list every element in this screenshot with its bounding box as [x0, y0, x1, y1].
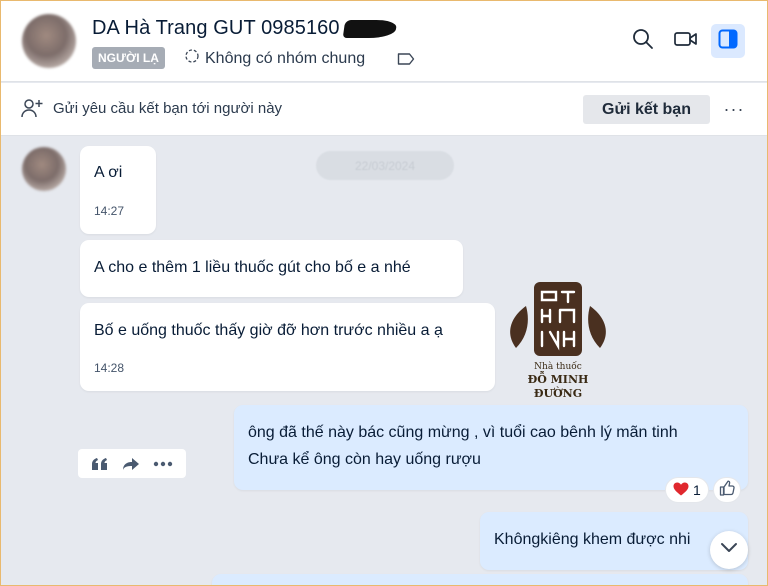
logo-line-1: Nhà thuốc — [534, 362, 582, 372]
chat-header: DA Hà Trang GUT 0985160 NGƯỜI LẠ Không c… — [0, 0, 768, 82]
message-text: A ơi — [94, 164, 123, 181]
quote-icon[interactable] — [91, 457, 109, 471]
message-text: Khôngkiêng khem được nhi — [494, 531, 691, 548]
common-groups-label: Không có nhóm chung — [205, 49, 366, 67]
message-reactions: 1 — [665, 477, 741, 505]
add-friend-icon — [21, 98, 43, 123]
video-call-button[interactable] — [669, 24, 703, 58]
friend-request-bar: Gửi yêu cầu kết bạn tới người này Gửi kế… — [0, 83, 768, 136]
search-button[interactable] — [626, 24, 660, 58]
thumbs-up-icon — [719, 479, 735, 501]
heart-reaction[interactable]: 1 — [665, 477, 709, 503]
date-separator: 22/03/2024 — [316, 151, 454, 180]
message-text-line: ông đã thế này bác cũng mừng , vì tuổi c… — [248, 424, 678, 441]
logo-line-2: ĐỖ MINH ĐƯỜNG — [527, 373, 589, 400]
common-groups[interactable]: Không có nhóm chung — [184, 48, 365, 69]
more-icon[interactable] — [153, 461, 173, 467]
stranger-badge: NGƯỜI LẠ — [92, 47, 165, 69]
message-actions — [78, 449, 186, 478]
message-time: 14:28 — [94, 361, 125, 375]
video-icon — [674, 30, 698, 53]
message-time: 14:27 — [94, 204, 125, 218]
forward-icon[interactable] — [122, 457, 140, 471]
search-icon — [632, 28, 654, 55]
message-bubble[interactable]: A cho e thêm 1 liều thuốc gút cho bố e a… — [80, 240, 463, 297]
friend-request-text: Gửi yêu cầu kết bạn tới người này — [53, 100, 283, 117]
send-friend-request-button[interactable]: Gửi kết bạn — [583, 95, 710, 124]
reaction-count: 1 — [693, 482, 701, 498]
pharmacy-logo-caption: Nhà thuốc ĐỖ MINH ĐƯỜNG — [506, 362, 610, 401]
message-bubble-outgoing[interactable]: Khôngkiêng khem được nhi — [480, 512, 748, 570]
sidebar-panel-icon — [718, 29, 738, 54]
scroll-to-bottom-button[interactable] — [710, 531, 748, 569]
more-options-button[interactable]: ··· — [722, 95, 746, 123]
contact-avatar[interactable] — [22, 14, 76, 68]
message-text: A cho e thêm 1 liều thuốc gút cho bố e a… — [94, 259, 411, 276]
message-bubble[interactable]: A ơi 14:27 — [80, 146, 156, 234]
tag-icon[interactable] — [397, 52, 415, 71]
heart-icon — [673, 482, 689, 499]
redaction-mark — [342, 20, 398, 38]
message-bubble[interactable]: Bố e uống thuốc thấy giờ đỡ hơn trước nh… — [80, 303, 495, 391]
chevron-down-icon — [720, 541, 738, 559]
contact-name[interactable]: DA Hà Trang GUT 0985160 — [92, 17, 340, 40]
message-text-line: Chưa kể ông còn hay uống rượu — [248, 451, 481, 468]
message-text: Bố e uống thuốc thấy giờ đỡ hơn trước nh… — [94, 322, 443, 339]
sender-avatar[interactable] — [22, 147, 66, 191]
add-reaction-button[interactable] — [712, 477, 741, 503]
message-bubble-outgoing[interactable] — [212, 574, 748, 586]
conversation-info-button[interactable] — [711, 24, 745, 58]
group-icon — [184, 48, 200, 69]
